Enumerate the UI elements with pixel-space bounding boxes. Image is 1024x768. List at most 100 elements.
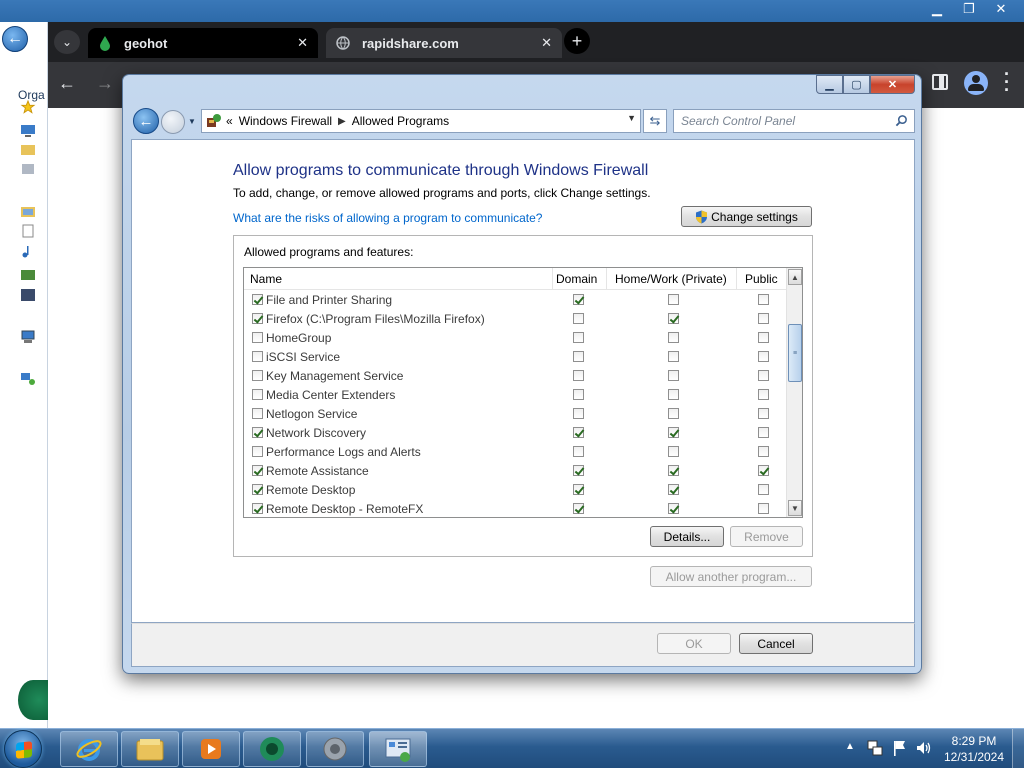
videos-icon[interactable] xyxy=(20,288,36,302)
search-input[interactable]: Search Control Panel xyxy=(673,109,915,133)
program-enabled-checkbox[interactable] xyxy=(252,294,263,305)
private-network-checkbox[interactable] xyxy=(668,427,679,438)
taskbar-windows-explorer[interactable] xyxy=(121,731,179,767)
breadcrumb-separator-icon[interactable]: ▶ xyxy=(338,116,346,127)
public-network-checkbox[interactable] xyxy=(758,389,769,400)
ok-button[interactable]: OK xyxy=(657,633,731,654)
documents-icon[interactable] xyxy=(20,224,36,238)
start-button-icon[interactable] xyxy=(4,730,42,768)
domain-checkbox[interactable] xyxy=(573,294,584,305)
tab-close-icon[interactable]: ✕ xyxy=(297,35,308,51)
music-icon[interactable] xyxy=(20,244,36,258)
vertical-scrollbar[interactable]: ▲ ≡ ▼ xyxy=(786,268,802,517)
details-button[interactable]: Details... xyxy=(650,526,724,547)
clock-time[interactable]: 8:29 PM xyxy=(944,734,1004,748)
taskbar-sound[interactable] xyxy=(306,731,364,767)
browser-back-arrow-icon[interactable]: ← xyxy=(58,73,76,94)
tab-rapidshare[interactable]: rapidshare.com ✕ xyxy=(326,28,562,58)
private-network-checkbox[interactable] xyxy=(668,446,679,457)
column-header-private[interactable]: Home/Work (Private) xyxy=(615,272,727,286)
table-row[interactable]: iSCSI Service xyxy=(244,347,788,366)
domain-checkbox[interactable] xyxy=(573,313,584,324)
column-header-domain[interactable]: Domain xyxy=(556,272,597,286)
public-network-checkbox[interactable] xyxy=(758,294,769,305)
domain-checkbox[interactable] xyxy=(573,389,584,400)
program-enabled-checkbox[interactable] xyxy=(252,484,263,495)
taskbar-media-player[interactable] xyxy=(182,731,240,767)
risks-help-link[interactable]: What are the risks of allowing a program… xyxy=(233,211,542,225)
table-row[interactable]: Network Discovery xyxy=(244,423,788,442)
program-enabled-checkbox[interactable] xyxy=(252,313,263,324)
public-network-checkbox[interactable] xyxy=(758,484,769,495)
program-enabled-checkbox[interactable] xyxy=(252,389,263,400)
address-overflow-chevron-icon[interactable]: « xyxy=(226,114,233,128)
pictures-icon[interactable] xyxy=(20,268,36,282)
program-enabled-checkbox[interactable] xyxy=(252,408,263,419)
program-enabled-checkbox[interactable] xyxy=(252,465,263,476)
change-settings-button[interactable]: Change settings xyxy=(681,206,812,227)
program-enabled-checkbox[interactable] xyxy=(252,332,263,343)
address-bar[interactable]: « Windows Firewall ▶ Allowed Programs ▼ xyxy=(201,109,641,133)
taskbar-control-panel[interactable] xyxy=(369,731,427,767)
table-row[interactable]: Firefox (C:\Program Files\Mozilla Firefo… xyxy=(244,309,788,328)
tab-close-icon[interactable]: ✕ xyxy=(541,35,552,51)
domain-checkbox[interactable] xyxy=(573,351,584,362)
address-dropdown-icon[interactable]: ▼ xyxy=(627,113,636,123)
table-row[interactable]: Remote Assistance xyxy=(244,461,788,480)
table-row[interactable]: File and Printer Sharing xyxy=(244,290,788,309)
refresh-icon[interactable]: ⇆ xyxy=(643,109,667,133)
browser-menu-kebab-icon[interactable]: · · · xyxy=(1004,65,1010,99)
private-network-checkbox[interactable] xyxy=(668,332,679,343)
tab-geohot[interactable]: geohot ✕ xyxy=(88,28,318,58)
program-enabled-checkbox[interactable] xyxy=(252,446,263,457)
recent-places-icon[interactable] xyxy=(20,162,36,176)
private-network-checkbox[interactable] xyxy=(668,465,679,476)
tab-search-chevron-icon[interactable]: ⌄ xyxy=(54,30,80,54)
domain-checkbox[interactable] xyxy=(573,408,584,419)
private-network-checkbox[interactable] xyxy=(668,503,679,514)
search-icon[interactable] xyxy=(895,114,908,127)
program-enabled-checkbox[interactable] xyxy=(252,351,263,362)
table-row[interactable]: Remote Desktop - RemoteFX xyxy=(244,499,788,517)
domain-checkbox[interactable] xyxy=(573,503,584,514)
scroll-down-arrow-icon[interactable]: ▼ xyxy=(788,500,802,516)
restore-icon[interactable]: ❐ xyxy=(954,0,984,18)
allow-another-program-button[interactable]: Allow another program... xyxy=(650,566,812,587)
public-network-checkbox[interactable] xyxy=(758,351,769,362)
program-enabled-checkbox[interactable] xyxy=(252,370,263,381)
new-tab-plus-icon[interactable]: + xyxy=(564,28,590,54)
public-network-checkbox[interactable] xyxy=(758,313,769,324)
table-row[interactable]: Netlogon Service xyxy=(244,404,788,423)
profile-avatar-icon[interactable] xyxy=(964,71,988,95)
maximize-icon[interactable]: ▢ xyxy=(843,75,870,94)
program-enabled-checkbox[interactable] xyxy=(252,503,263,514)
desktop-icon[interactable] xyxy=(20,124,36,138)
domain-checkbox[interactable] xyxy=(573,427,584,438)
domain-checkbox[interactable] xyxy=(573,484,584,495)
minimize-icon[interactable]: ▁ xyxy=(816,75,843,94)
public-network-checkbox[interactable] xyxy=(758,465,769,476)
action-center-flag-icon[interactable] xyxy=(892,739,908,757)
forward-arrow-icon[interactable] xyxy=(161,110,185,134)
column-header-public[interactable]: Public xyxy=(745,272,778,286)
public-network-checkbox[interactable] xyxy=(758,408,769,419)
side-panel-icon[interactable] xyxy=(932,74,948,90)
close-icon[interactable]: ✕ xyxy=(870,75,915,94)
public-network-checkbox[interactable] xyxy=(758,332,769,343)
show-desktop-button[interactable] xyxy=(1012,729,1024,768)
scroll-up-arrow-icon[interactable]: ▲ xyxy=(788,269,802,285)
clock-date[interactable]: 12/31/2024 xyxy=(940,750,1008,764)
table-row[interactable]: Performance Logs and Alerts xyxy=(244,442,788,461)
explorer-back-icon[interactable]: ← xyxy=(2,26,28,52)
private-network-checkbox[interactable] xyxy=(668,313,679,324)
domain-checkbox[interactable] xyxy=(573,446,584,457)
private-network-checkbox[interactable] xyxy=(668,294,679,305)
volume-icon[interactable] xyxy=(915,739,933,757)
private-network-checkbox[interactable] xyxy=(668,484,679,495)
domain-checkbox[interactable] xyxy=(573,465,584,476)
public-network-checkbox[interactable] xyxy=(758,446,769,457)
favorites-star-icon[interactable] xyxy=(20,100,36,114)
column-header-name[interactable]: Name xyxy=(250,272,282,286)
private-network-checkbox[interactable] xyxy=(668,351,679,362)
show-hidden-icons-icon[interactable]: ▲ xyxy=(845,741,855,752)
